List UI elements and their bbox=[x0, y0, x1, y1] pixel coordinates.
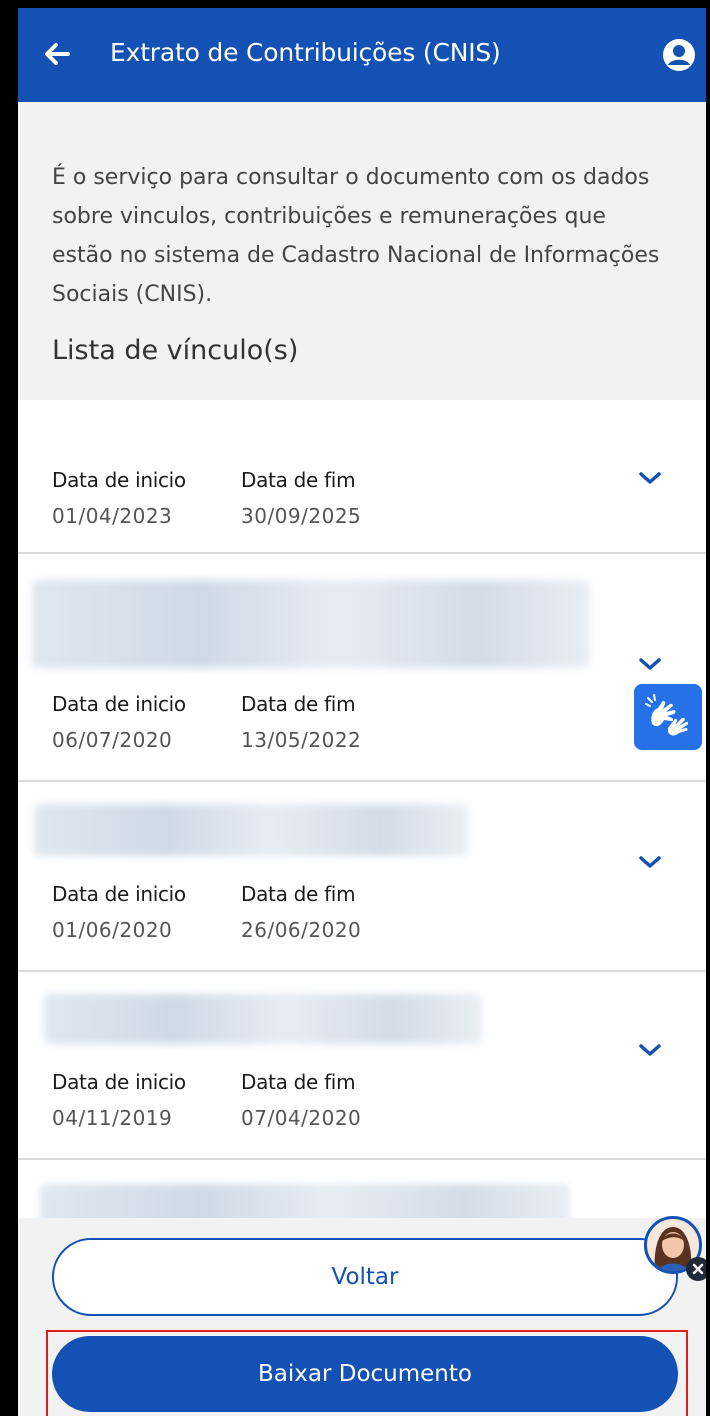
redacted-employer-name bbox=[44, 994, 482, 1044]
service-description: É o serviço para consultar o documento c… bbox=[52, 165, 660, 307]
start-date-label: Data de inicio bbox=[52, 882, 186, 906]
page-title: Extrato de Contribuições (CNIS) bbox=[110, 38, 501, 67]
list-item[interactable]: Data de inicio Data de fim 01/04/2023 30… bbox=[18, 400, 706, 554]
end-date-label: Data de fim bbox=[241, 692, 356, 716]
end-date-value: 30/09/2025 bbox=[241, 504, 362, 528]
start-date-value: 04/11/2019 bbox=[52, 1106, 173, 1130]
end-date-label: Data de fim bbox=[241, 882, 356, 906]
list-item[interactable]: Data de inicio Data de fim 04/11/2019 07… bbox=[18, 972, 706, 1160]
list-heading: Lista de vínculo(s) bbox=[52, 335, 299, 366]
chevron-down-icon[interactable] bbox=[638, 1042, 662, 1058]
start-date-label: Data de inicio bbox=[52, 692, 186, 716]
start-date-value: 01/04/2023 bbox=[52, 504, 173, 528]
voltar-button[interactable]: Voltar bbox=[52, 1238, 678, 1316]
user-account-button[interactable] bbox=[662, 38, 696, 72]
redacted-employer-name bbox=[32, 580, 590, 668]
start-date-value: 01/06/2020 bbox=[52, 918, 173, 942]
start-date-label: Data de inicio bbox=[52, 468, 186, 492]
sign-language-icon bbox=[645, 694, 689, 736]
baixar-documento-button[interactable]: Baixar Documento bbox=[52, 1336, 678, 1412]
libras-accessibility-button[interactable] bbox=[634, 684, 702, 750]
chevron-down-icon[interactable] bbox=[638, 656, 662, 672]
end-date-value: 26/06/2020 bbox=[241, 918, 362, 942]
end-date-label: Data de fim bbox=[241, 468, 356, 492]
end-date-label: Data de fim bbox=[241, 1070, 356, 1094]
list-item[interactable]: Data de inicio Data de fim 06/07/2020 13… bbox=[18, 554, 706, 782]
top-app-bar: Extrato de Contribuições (CNIS) bbox=[18, 8, 706, 102]
close-icon bbox=[692, 1263, 704, 1275]
chevron-down-icon[interactable] bbox=[638, 854, 662, 870]
back-button[interactable] bbox=[38, 34, 78, 74]
chevron-down-icon[interactable] bbox=[638, 470, 662, 486]
end-date-value: 13/05/2022 bbox=[241, 728, 362, 752]
arrow-left-icon bbox=[45, 43, 70, 65]
assistant-close-button[interactable] bbox=[686, 1257, 706, 1281]
end-date-value: 07/04/2020 bbox=[241, 1106, 362, 1130]
app-screen: Extrato de Contribuições (CNIS) É o serv… bbox=[18, 8, 706, 1416]
start-date-value: 06/07/2020 bbox=[52, 728, 173, 752]
redacted-employer-name bbox=[34, 804, 468, 856]
list-item[interactable]: Data de inicio Data de fim 01/06/2020 26… bbox=[18, 782, 706, 972]
start-date-label: Data de inicio bbox=[52, 1070, 186, 1094]
user-circle-icon bbox=[663, 39, 695, 71]
